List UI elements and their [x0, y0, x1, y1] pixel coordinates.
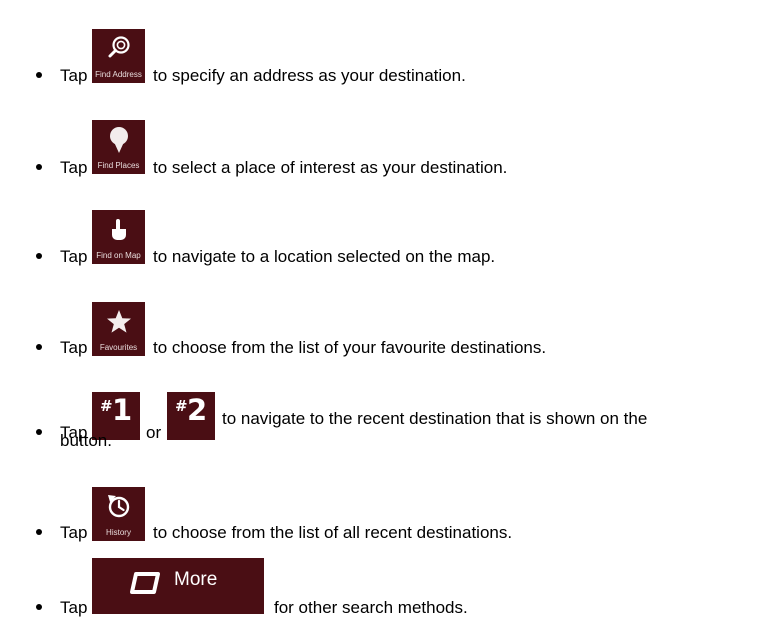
find-on-map-button[interactable]: Find on Map: [92, 210, 145, 264]
description-text: to navigate to the recent destination th…: [222, 409, 648, 428]
description-text: to navigate to a location selected on th…: [153, 247, 496, 266]
history-button[interactable]: History: [92, 487, 145, 541]
description-text: to specify an address as your destinatio…: [153, 66, 466, 85]
more-button[interactable]: More: [92, 558, 264, 614]
recent-number: 1: [112, 393, 133, 427]
search-address-icon: [92, 35, 145, 61]
tap-text: Tap: [60, 66, 88, 85]
description-text: to choose from the list of your favourit…: [153, 338, 547, 357]
history-icon: [92, 493, 145, 519]
map-pin-icon: [92, 126, 145, 154]
more-icon: [130, 572, 160, 599]
more-button-label: More: [174, 569, 218, 590]
bullet: [36, 529, 42, 535]
hash-symbol: #: [100, 397, 113, 415]
bullet: [36, 72, 42, 78]
recent-number: 2: [187, 393, 208, 427]
bullet: [36, 429, 42, 435]
description-text: for other search methods.: [274, 598, 468, 617]
star-icon: [92, 309, 145, 334]
bullet: [36, 344, 42, 350]
bullet: [36, 604, 42, 610]
description-text: to choose from the list of all recent de…: [153, 523, 513, 542]
bullet: [36, 253, 42, 259]
find-places-button[interactable]: Find Places: [92, 120, 145, 174]
button-label: Find on Map: [96, 251, 141, 260]
description-text: to select a place of interest as your de…: [153, 158, 508, 177]
bullet: [36, 164, 42, 170]
tap-text: Tap: [60, 158, 88, 177]
button-label: Favourites: [99, 343, 138, 352]
find-address-button[interactable]: Find Address: [92, 29, 145, 83]
favourites-button[interactable]: Favourites: [92, 302, 145, 356]
button-label: History: [106, 528, 131, 537]
hash-symbol: #: [175, 397, 188, 415]
button-label: Find Places: [97, 161, 140, 170]
tap-text: Tap: [60, 523, 88, 542]
recent-destination-2-button[interactable]: # 2: [167, 392, 215, 440]
tap-text: Tap: [60, 247, 88, 266]
or-text: or: [146, 423, 162, 442]
description-text-continued: button.: [60, 431, 112, 450]
button-label: Find Address: [95, 70, 142, 79]
hand-pointer-icon: [92, 218, 145, 242]
tap-text: Tap: [60, 338, 88, 357]
tap-text: Tap: [60, 598, 88, 617]
